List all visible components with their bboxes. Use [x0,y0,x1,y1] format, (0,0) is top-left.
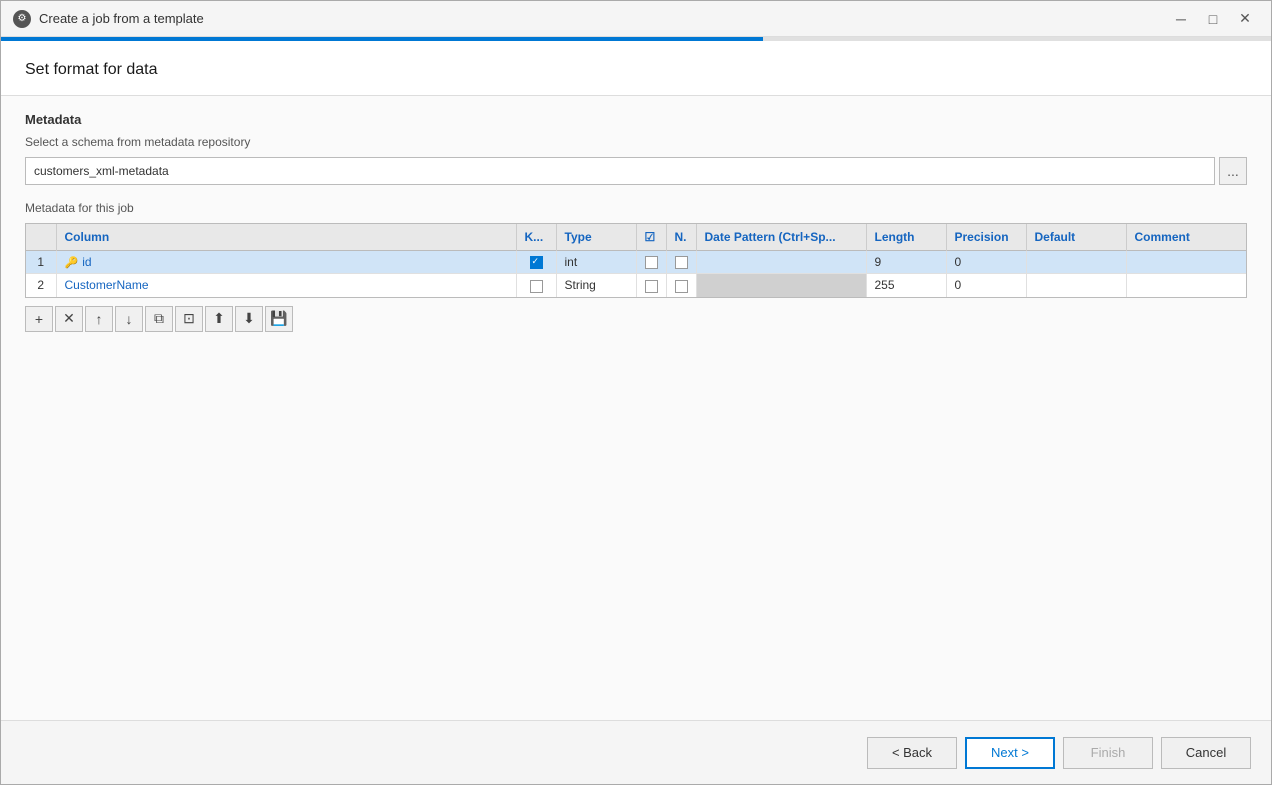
next-button[interactable]: Next > [965,737,1055,769]
move-down-button[interactable]: ↓ [115,306,143,332]
metadata-table: Column K... Type ☑ N. Date Pattern (Ctrl… [26,224,1246,297]
dialog-footer: < Back Next > Finish Cancel [1,720,1271,784]
row-default[interactable] [1026,251,1126,274]
import-button[interactable]: ⬆ [205,306,233,332]
row-precision[interactable]: 0 [946,251,1026,274]
finish-button: Finish [1063,737,1153,769]
column-name-text: id [82,255,91,269]
paste-button[interactable]: ⊡ [175,306,203,332]
check-checkbox[interactable] [645,280,658,293]
main-window: ⚙ Create a job from a template ─ □ ✕ Set… [0,0,1272,785]
table-row[interactable]: 2 CustomerName String 2550 [26,274,1246,297]
table-header-row: Column K... Type ☑ N. Date Pattern (Ctrl… [26,224,1246,251]
row-check-cell[interactable] [636,274,666,297]
cancel-button[interactable]: Cancel [1161,737,1251,769]
key-checkbox[interactable] [530,280,543,293]
col-header-key: K... [516,224,556,251]
export-button[interactable]: ⬇ [235,306,263,332]
col-header-check: ☑ [636,224,666,251]
row-comment[interactable] [1126,251,1246,274]
minimize-button[interactable]: ─ [1167,8,1195,30]
table-label: Metadata for this job [25,201,1247,215]
nullable-checkbox[interactable] [675,256,688,269]
table-toolbar: + ✕ ↑ ↓ ⧉ ⊡ ⬆ ⬇ 💾 [25,298,1247,336]
row-date-pattern[interactable] [696,274,866,297]
col-header-date-pattern: Date Pattern (Ctrl+Sp... [696,224,866,251]
schema-subtitle: Select a schema from metadata repository [25,135,1247,149]
row-comment[interactable] [1126,274,1246,297]
delete-row-button[interactable]: ✕ [55,306,83,332]
row-key-checkbox-cell[interactable] [516,274,556,297]
nullable-checkbox[interactable] [675,280,688,293]
col-header-num [26,224,56,251]
col-header-nullable: N. [666,224,696,251]
row-key-checkbox-cell[interactable] [516,251,556,274]
col-header-column: Column [56,224,516,251]
add-row-button[interactable]: + [25,306,53,332]
save-button[interactable]: 💾 [265,306,293,332]
row-nullable-cell[interactable] [666,274,696,297]
row-precision[interactable]: 0 [946,274,1026,297]
row-default[interactable] [1026,274,1126,297]
content-area: Metadata Select a schema from metadata r… [1,96,1271,720]
key-checkbox[interactable] [530,256,543,269]
row-date-pattern[interactable] [696,251,866,274]
row-length[interactable]: 255 [866,274,946,297]
table-row[interactable]: 1🔑idint90 [26,251,1246,274]
row-type[interactable]: String [556,274,636,297]
schema-browse-button[interactable]: ... [1219,157,1247,185]
row-column-name[interactable]: 🔑id [56,251,516,274]
schema-input[interactable] [25,157,1215,185]
column-name-text: CustomerName [65,278,149,292]
page-header: Set format for data [1,41,1271,96]
window-controls: ─ □ ✕ [1167,8,1259,30]
col-header-comment: Comment [1126,224,1246,251]
col-header-precision: Precision [946,224,1026,251]
col-header-length: Length [866,224,946,251]
row-number: 1 [26,251,56,274]
close-button[interactable]: ✕ [1231,8,1259,30]
col-header-type: Type [556,224,636,251]
row-nullable-cell[interactable] [666,251,696,274]
app-icon: ⚙ [13,10,31,28]
title-bar: ⚙ Create a job from a template ─ □ ✕ [1,1,1271,37]
row-type[interactable]: int [556,251,636,274]
back-button[interactable]: < Back [867,737,957,769]
check-checkbox[interactable] [645,256,658,269]
move-up-button[interactable]: ↑ [85,306,113,332]
maximize-button[interactable]: □ [1199,8,1227,30]
row-check-cell[interactable] [636,251,666,274]
row-column-name[interactable]: CustomerName [56,274,516,297]
schema-input-row: ... [25,157,1247,185]
metadata-section-title: Metadata [25,112,1247,127]
row-length[interactable]: 9 [866,251,946,274]
copy-button[interactable]: ⧉ [145,306,173,332]
page-title: Set format for data [25,61,1247,79]
window-title: Create a job from a template [39,11,1167,26]
col-header-default: Default [1026,224,1126,251]
metadata-table-container: Column K... Type ☑ N. Date Pattern (Ctrl… [25,223,1247,298]
key-icon: 🔑 [65,257,79,269]
row-number: 2 [26,274,56,297]
